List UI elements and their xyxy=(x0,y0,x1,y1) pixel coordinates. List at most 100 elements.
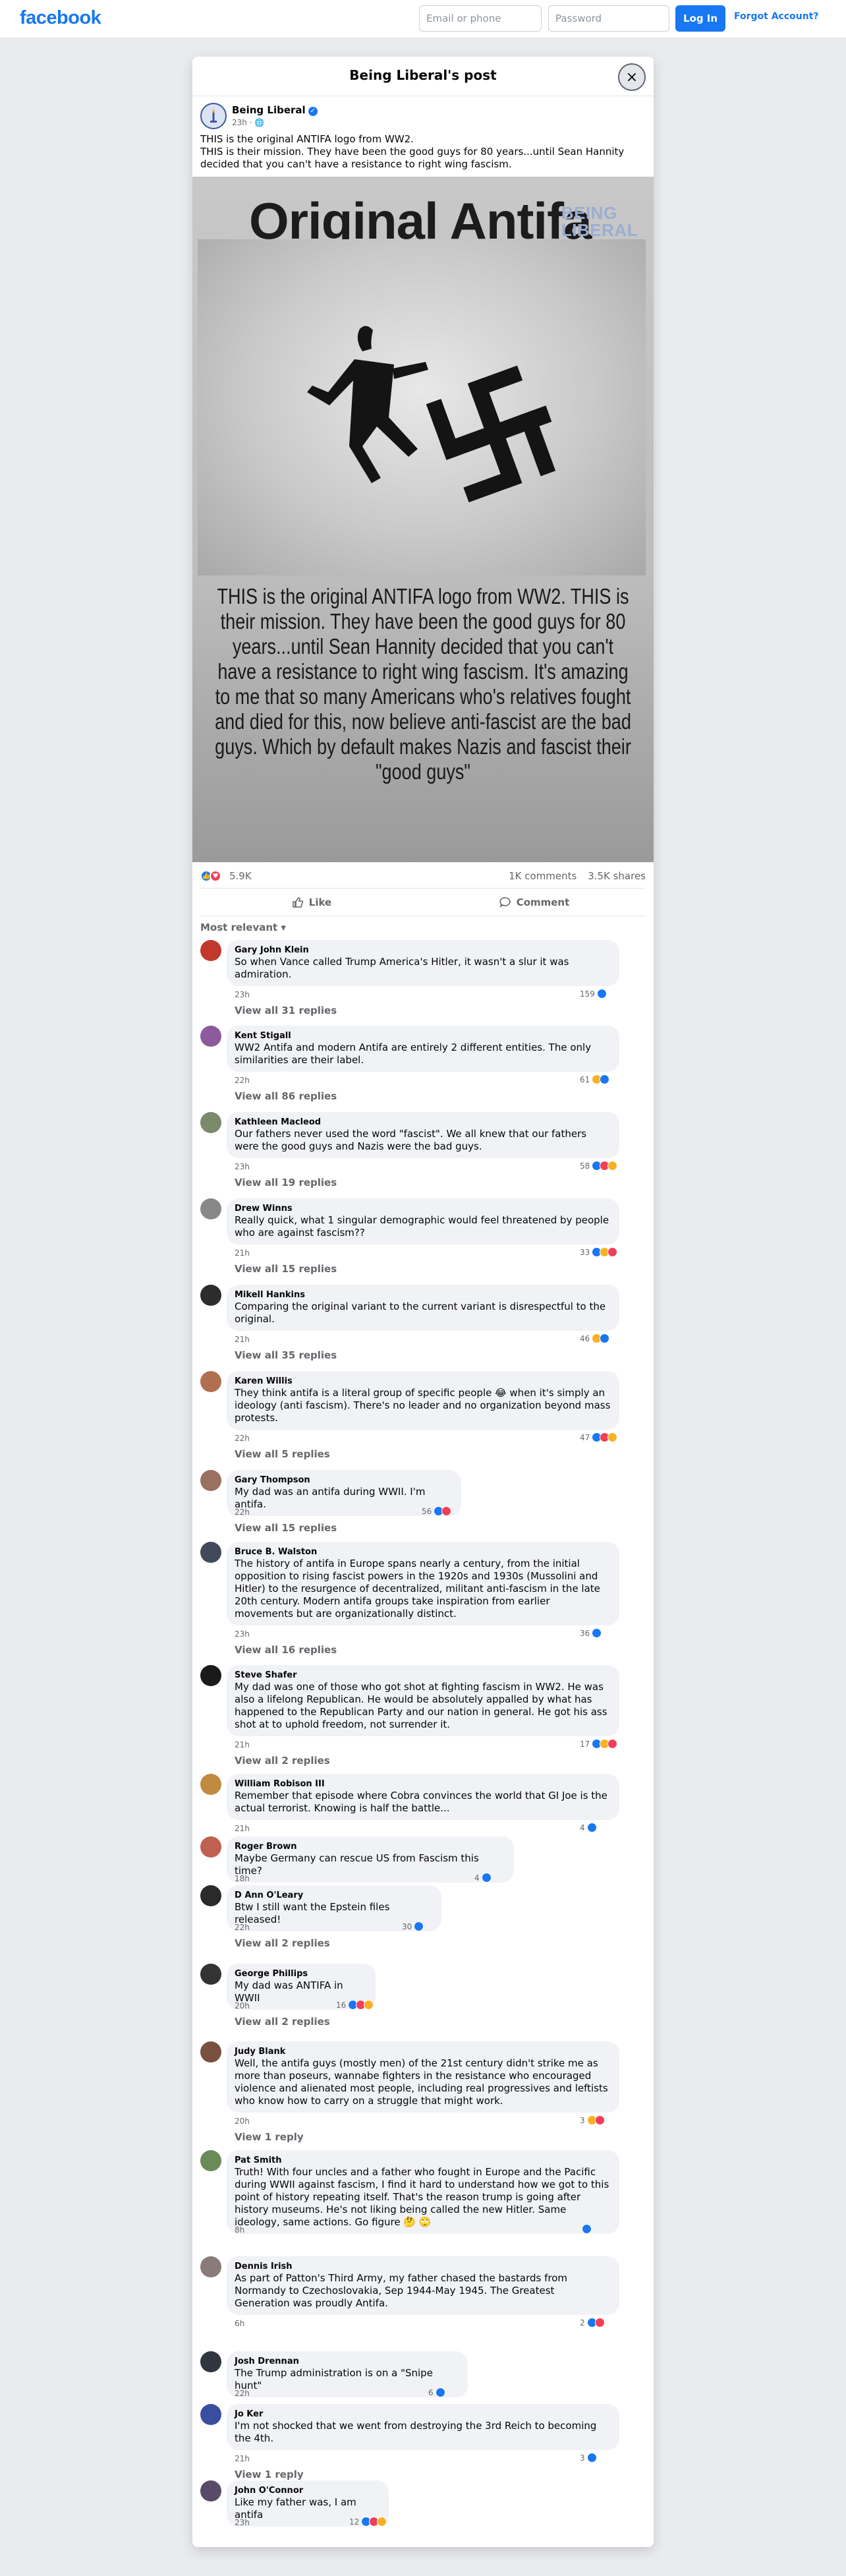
commenter-name[interactable]: Kathleen Macleod xyxy=(235,1117,611,1128)
comment-time[interactable]: 20h xyxy=(235,2001,250,2010)
commenter-name[interactable]: Roger Brown xyxy=(235,1842,506,1852)
comment-reactions[interactable]: 3 xyxy=(580,2453,597,2463)
comment-reactions[interactable]: 3 xyxy=(580,2115,605,2125)
comment-time[interactable]: 21h xyxy=(235,1740,250,1749)
post-time[interactable]: 23h · xyxy=(232,118,254,127)
comment-time[interactable]: 22h xyxy=(235,1076,250,1085)
commenter-name[interactable]: Mikell Hankins xyxy=(235,1290,611,1301)
post-image[interactable]: Original Antifa BEING LIBERAL THIS is th… xyxy=(192,177,654,862)
commenter-avatar[interactable] xyxy=(200,1542,221,1563)
page-name[interactable]: Being Liberal ✓ xyxy=(232,104,318,116)
comment-reactions[interactable]: 4 xyxy=(580,1823,597,1832)
view-replies-link[interactable]: View all 5 replies xyxy=(235,1448,330,1460)
commenter-avatar[interactable] xyxy=(200,1774,221,1795)
like-button[interactable]: Like xyxy=(200,889,423,916)
comment-reactions[interactable]: 12 xyxy=(349,2517,387,2527)
commenter-avatar[interactable] xyxy=(200,2041,221,2063)
commenter-name[interactable]: Josh Drennan xyxy=(235,2356,460,2367)
commenter-avatar[interactable] xyxy=(200,2480,221,2502)
comment-reactions[interactable] xyxy=(580,2224,592,2234)
commenter-name[interactable]: D Ann O'Leary xyxy=(235,1890,434,1901)
commenter-name[interactable]: John O'Connor xyxy=(235,2486,381,2496)
comment-time[interactable]: 21h xyxy=(235,2454,250,2463)
login-button[interactable]: Log In xyxy=(675,5,725,32)
comment-time[interactable]: 23h xyxy=(235,2518,250,2527)
commenter-avatar[interactable] xyxy=(200,1964,221,1985)
reaction-icons[interactable]: 👍 ♥ xyxy=(200,870,221,882)
view-replies-link[interactable]: View all 2 replies xyxy=(235,2016,330,2028)
view-replies-link[interactable]: View all 2 replies xyxy=(235,1755,330,1767)
commenter-name[interactable]: Kent Stigall xyxy=(235,1031,611,1041)
commenter-name[interactable]: Jo Ker xyxy=(235,2409,611,2420)
commenter-avatar[interactable] xyxy=(200,1885,221,1906)
comment-time[interactable]: 23h xyxy=(235,990,250,999)
commenter-avatar[interactable] xyxy=(200,1470,221,1491)
commenter-name[interactable]: Pat Smith xyxy=(235,2155,611,2166)
view-replies-link[interactable]: View all 2 replies xyxy=(235,1937,330,1949)
view-replies-link[interactable]: View 1 reply xyxy=(235,2469,304,2480)
comment-time[interactable]: 22h xyxy=(235,1508,250,1517)
comment-time[interactable]: 23h xyxy=(235,1162,250,1171)
comment-time[interactable]: 21h xyxy=(235,1824,250,1833)
reaction-count[interactable]: 5.9K xyxy=(229,870,252,882)
commenter-avatar[interactable] xyxy=(200,1371,221,1392)
commenter-avatar[interactable] xyxy=(200,2351,221,2372)
view-replies-link[interactable]: View all 15 replies xyxy=(235,1263,337,1275)
commenter-name[interactable]: Judy Blank xyxy=(235,2047,611,2057)
comment-time[interactable]: 21h xyxy=(235,1335,250,1344)
comment-reactions[interactable]: 33 xyxy=(580,1247,618,1257)
comment-reactions[interactable]: 30 xyxy=(402,1921,424,1931)
commenter-name[interactable]: Steve Shafer xyxy=(235,1670,611,1681)
commenter-name[interactable]: George Phillips xyxy=(235,1969,368,1979)
comment-time[interactable]: 6h xyxy=(235,2319,244,2328)
view-replies-link[interactable]: View all 31 replies xyxy=(235,1005,337,1016)
commenter-avatar[interactable] xyxy=(200,1026,221,1047)
commenter-name[interactable]: Drew Winns xyxy=(235,1204,611,1214)
comment-sort-dropdown[interactable]: Most relevant ▾ xyxy=(192,916,654,940)
commenter-name[interactable]: Gary John Klein xyxy=(235,945,611,956)
comment-reactions[interactable]: 46 xyxy=(580,1333,610,1343)
email-field[interactable] xyxy=(419,5,542,32)
commenter-avatar[interactable] xyxy=(200,1285,221,1306)
comment-time[interactable]: 20h xyxy=(235,2117,250,2126)
comment-reactions[interactable]: 159 xyxy=(580,989,607,999)
comment-reactions[interactable]: 58 xyxy=(580,1161,618,1171)
facebook-logo[interactable]: facebook xyxy=(20,7,101,29)
commenter-avatar[interactable] xyxy=(200,1836,221,1858)
comment-reactions[interactable]: 61 xyxy=(580,1074,610,1084)
commenter-name[interactable]: Karen Willis xyxy=(235,1376,611,1387)
comment-reactions[interactable]: 4 xyxy=(474,1873,492,1883)
commenter-avatar[interactable] xyxy=(200,1198,221,1219)
forgot-account-link[interactable]: Forgot Account? xyxy=(734,11,819,22)
view-replies-link[interactable]: View all 35 replies xyxy=(235,1349,337,1361)
commenter-avatar[interactable] xyxy=(200,2404,221,2425)
commenter-avatar[interactable] xyxy=(200,1112,221,1133)
comment-time[interactable]: 23h xyxy=(235,1629,250,1639)
view-replies-link[interactable]: View all 86 replies xyxy=(235,1090,337,1102)
comment-reactions[interactable]: 56 xyxy=(422,1506,452,1516)
commenter-name[interactable]: William Robison III xyxy=(235,1779,611,1790)
comment-time[interactable]: 22h xyxy=(235,1434,250,1443)
comment-button[interactable]: Comment xyxy=(423,889,646,916)
shares-count[interactable]: 3.5K shares xyxy=(588,870,646,882)
close-button[interactable]: × xyxy=(618,63,646,91)
comment-time[interactable]: 21h xyxy=(235,1248,250,1258)
view-replies-link[interactable]: View 1 reply xyxy=(235,2131,304,2143)
password-field[interactable] xyxy=(548,5,669,32)
page-name-text[interactable]: Being Liberal xyxy=(232,104,306,116)
comment-time[interactable]: 22h xyxy=(235,1923,250,1932)
comment-time[interactable]: 8h xyxy=(235,2225,244,2235)
comment-time[interactable]: 18h xyxy=(235,1874,250,1883)
page-avatar[interactable] xyxy=(200,103,227,129)
view-replies-link[interactable]: View all 19 replies xyxy=(235,1177,337,1188)
commenter-avatar[interactable] xyxy=(200,2256,221,2277)
commenter-name[interactable]: Dennis Irish xyxy=(235,2262,611,2272)
commenter-name[interactable]: Bruce B. Walston xyxy=(235,1547,611,1558)
comment-reactions[interactable]: 36 xyxy=(580,1628,602,1638)
commenter-name[interactable]: Gary Thompson xyxy=(235,1475,453,1486)
comment-reactions[interactable]: 16 xyxy=(336,2000,374,2010)
commenter-avatar[interactable] xyxy=(200,2150,221,2171)
comment-reactions[interactable]: 47 xyxy=(580,1432,618,1442)
comment-reactions[interactable]: 6 xyxy=(428,2387,445,2397)
view-replies-link[interactable]: View all 16 replies xyxy=(235,1644,337,1656)
